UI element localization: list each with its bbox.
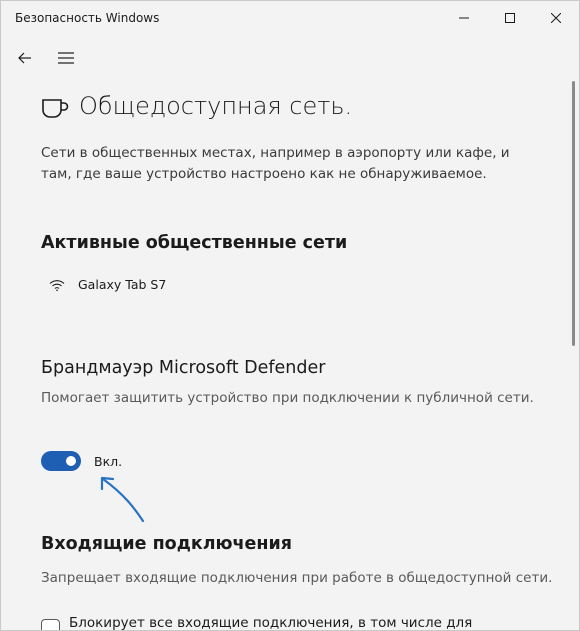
minimize-button[interactable] [441,1,487,35]
maximize-icon [505,13,515,23]
network-name: Galaxy Tab S7 [78,277,167,292]
back-button[interactable] [11,44,39,72]
page-description: Сети в общественных местах, например в а… [41,145,510,182]
incoming-description: Запрещает входящие подключения при работ… [41,570,553,586]
minimize-icon [459,17,469,19]
active-networks-heading: Активные общественные сети [41,233,348,253]
firewall-heading: Брандмауэр Microsoft Defender [41,358,326,378]
app-window: Безопасность Windows Общедоступная сеть.… [0,0,580,631]
title-bar: Безопасность Windows [1,1,579,35]
close-button[interactable] [533,1,579,35]
toggle-state-label: Вкл. [94,454,123,469]
network-item: Galaxy Tab S7 [49,277,166,292]
close-icon [551,13,561,23]
coffee-cup-icon [41,96,69,124]
page-title: Общедоступная сеть. [79,92,353,120]
hamburger-menu-icon [58,52,74,64]
toggle-knob [66,456,76,466]
back-arrow-icon [18,52,31,64]
wifi-icon [49,279,65,291]
firewall-toggle[interactable] [41,451,81,471]
annotation-arrow-icon [100,476,145,523]
window-title: Безопасность Windows [15,11,160,25]
block-incoming-checkbox[interactable] [41,619,60,630]
firewall-description: Помогает защитить устройство при подключ… [41,390,534,406]
maximize-button[interactable] [487,1,533,35]
menu-button[interactable] [52,44,80,72]
incoming-heading: Входящие подключения [41,534,293,554]
scrollbar[interactable] [572,81,575,346]
block-incoming-label: Блокирует все входящие подключения, в то… [69,615,473,631]
